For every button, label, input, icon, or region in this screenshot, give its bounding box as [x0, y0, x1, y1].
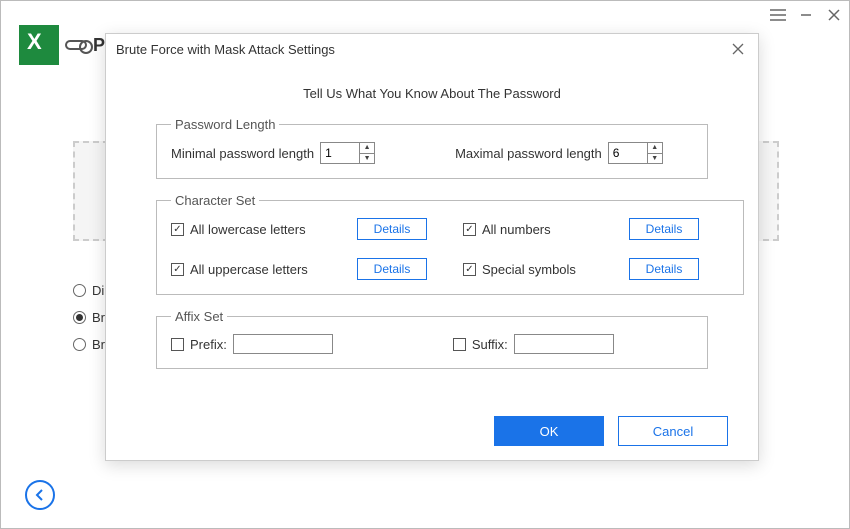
- cancel-button[interactable]: Cancel: [618, 416, 728, 446]
- suffix-checkbox[interactable]: Suffix:: [453, 337, 508, 352]
- min-length-input[interactable]: [321, 143, 359, 163]
- uppercase-details-button[interactable]: Details: [357, 258, 427, 280]
- radio-label: Br: [92, 337, 105, 352]
- numbers-checkbox[interactable]: ✓ All numbers: [463, 222, 623, 237]
- hamburger-icon[interactable]: [769, 6, 787, 24]
- symbols-label: Special symbols: [482, 262, 576, 277]
- dialog-close-icon[interactable]: [728, 39, 748, 59]
- app-titlebar: [1, 1, 849, 29]
- symbols-checkbox[interactable]: ✓ Special symbols: [463, 262, 623, 277]
- excel-icon: [19, 25, 59, 65]
- min-length-stepper[interactable]: ▲ ▼: [320, 142, 375, 164]
- checkbox-icon: ✓: [171, 263, 184, 276]
- checkbox-icon: ✓: [463, 223, 476, 236]
- radio-icon: [73, 338, 86, 351]
- prefix-input[interactable]: [233, 334, 333, 354]
- affix-set-group: Affix Set Prefix: Suffix:: [156, 309, 708, 369]
- uppercase-label: All uppercase letters: [190, 262, 308, 277]
- uppercase-checkbox[interactable]: ✓ All uppercase letters: [171, 262, 351, 277]
- dialog-heading: Tell Us What You Know About The Password: [106, 86, 758, 101]
- dialog-button-row: OK Cancel: [494, 416, 728, 446]
- radio-brute[interactable]: Br: [73, 337, 105, 352]
- password-length-legend: Password Length: [171, 117, 279, 132]
- spin-down-icon[interactable]: ▼: [360, 153, 374, 163]
- close-icon[interactable]: [825, 6, 843, 24]
- minimize-icon[interactable]: [797, 6, 815, 24]
- dialog-titlebar: Brute Force with Mask Attack Settings: [106, 34, 758, 64]
- attack-mode-radios: Di Br Br: [73, 283, 105, 352]
- symbols-details-button[interactable]: Details: [629, 258, 699, 280]
- checkbox-icon: ✓: [463, 263, 476, 276]
- lowercase-label: All lowercase letters: [190, 222, 306, 237]
- character-set-group: Character Set ✓ All lowercase letters De…: [156, 193, 744, 295]
- radio-brute-mask[interactable]: Br: [73, 310, 105, 325]
- checkbox-icon: [171, 338, 184, 351]
- radio-dictionary[interactable]: Di: [73, 283, 105, 298]
- max-length-input[interactable]: [609, 143, 647, 163]
- key-icon: [65, 40, 87, 50]
- spin-down-icon[interactable]: ▼: [648, 153, 662, 163]
- spin-up-icon[interactable]: ▲: [648, 143, 662, 153]
- radio-icon: [73, 311, 86, 324]
- suffix-input[interactable]: [514, 334, 614, 354]
- radio-icon: [73, 284, 86, 297]
- prefix-label: Prefix:: [190, 337, 227, 352]
- spin-up-icon[interactable]: ▲: [360, 143, 374, 153]
- password-length-group: Password Length Minimal password length …: [156, 117, 708, 179]
- back-button[interactable]: [25, 480, 55, 510]
- numbers-details-button[interactable]: Details: [629, 218, 699, 240]
- affix-set-legend: Affix Set: [171, 309, 227, 324]
- ok-button[interactable]: OK: [494, 416, 604, 446]
- character-set-legend: Character Set: [171, 193, 259, 208]
- dialog-title: Brute Force with Mask Attack Settings: [116, 42, 335, 57]
- mask-settings-dialog: Brute Force with Mask Attack Settings Te…: [105, 33, 759, 461]
- max-length-stepper[interactable]: ▲ ▼: [608, 142, 663, 164]
- radio-label: Br: [92, 310, 105, 325]
- prefix-checkbox[interactable]: Prefix:: [171, 337, 227, 352]
- max-length-label: Maximal password length: [455, 146, 602, 161]
- min-length-label: Minimal password length: [171, 146, 314, 161]
- suffix-label: Suffix:: [472, 337, 508, 352]
- radio-label: Di: [92, 283, 104, 298]
- app-window: Pas Di Br Br Brute Force with Mask Attac…: [0, 0, 850, 529]
- numbers-label: All numbers: [482, 222, 551, 237]
- lowercase-checkbox[interactable]: ✓ All lowercase letters: [171, 222, 351, 237]
- lowercase-details-button[interactable]: Details: [357, 218, 427, 240]
- checkbox-icon: [453, 338, 466, 351]
- checkbox-icon: ✓: [171, 223, 184, 236]
